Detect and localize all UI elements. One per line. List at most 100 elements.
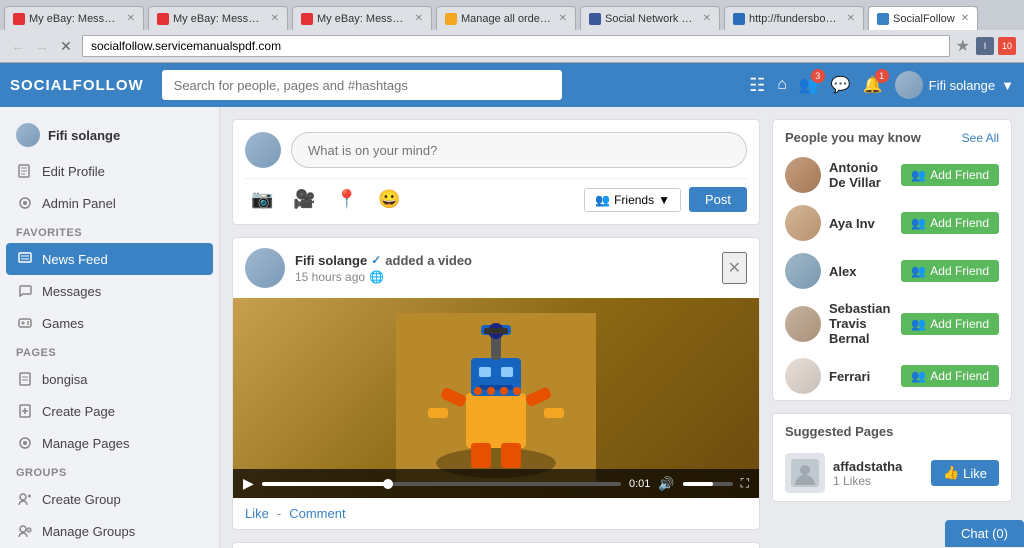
notifications-icon[interactable]: 🔔 1 — [863, 75, 883, 95]
bongisa-icon — [16, 370, 34, 388]
video-player-1[interactable]: ▶ 0:01 🔊 ⛶ — [233, 298, 759, 498]
like-button-1[interactable]: Like — [245, 506, 269, 521]
ext-icon-1[interactable]: I — [976, 37, 994, 55]
post-header-2: Fifi solange ✓ a year ago 🌐 ✕ — [233, 543, 759, 548]
right-sidebar: People you may know See All Antonio De V… — [772, 119, 1012, 536]
like-page-button-affadstatha[interactable]: 👍 Like — [931, 460, 999, 486]
photo-upload-button[interactable]: 📷 — [245, 187, 279, 212]
audience-button[interactable]: 👥 Friends ▼ — [584, 188, 681, 212]
forward-button[interactable]: → — [32, 36, 52, 56]
notifications-badge: 1 — [875, 69, 889, 83]
volume-bar[interactable] — [683, 482, 733, 486]
comment-button-1[interactable]: Comment — [289, 506, 345, 521]
section-pages: PAGES — [0, 339, 219, 363]
fullscreen-button[interactable]: ⛶ — [741, 476, 749, 491]
address-bar: ← → ✕ ★ I 10 — [0, 30, 1024, 62]
progress-thumb — [383, 479, 393, 489]
suggested-page-likes-affadstatha: 1 Likes — [833, 474, 923, 488]
app-logo: SOCIALFOLLOW — [10, 77, 144, 94]
post-text-input[interactable] — [291, 132, 747, 168]
edit-profile-icon — [16, 162, 34, 180]
browser-tab-tab7[interactable]: SocialFollow✕ — [868, 6, 978, 30]
add-friend-button-antonio[interactable]: 👥 Add Friend — [901, 164, 999, 186]
location-button[interactable]: 📍 — [330, 187, 364, 212]
browser-tab-tab6[interactable]: http://fundersbook...✕ — [724, 6, 864, 30]
people-avatar-alex — [785, 253, 821, 289]
friends-icon[interactable]: 👥 3 — [799, 75, 819, 95]
video-upload-button[interactable]: 🎥 — [287, 187, 321, 212]
see-all-button[interactable]: See All — [962, 131, 999, 145]
post-close-button-1[interactable]: ✕ — [722, 252, 747, 284]
sidebar-item-news-feed[interactable]: News Feed — [6, 243, 213, 275]
manage-groups-icon — [16, 522, 34, 540]
bongisa-label: bongisa — [42, 372, 88, 387]
browser-tab-tab5[interactable]: Social Network Web...✕ — [580, 6, 720, 30]
compose-avatar — [245, 132, 281, 168]
admin-panel-icon — [16, 194, 34, 212]
post-footer-1: Like - Comment — [233, 498, 759, 529]
post-interactions: Like - Comment — [245, 506, 747, 521]
add-friend-button-aya[interactable]: 👥 Add Friend — [901, 212, 999, 234]
sidebar-user[interactable]: Fifi solange — [0, 115, 219, 155]
add-friend-button-alex[interactable]: 👥 Add Friend — [901, 260, 999, 282]
add-friend-button-ferrari[interactable]: 👥 Add Friend — [901, 365, 999, 387]
create-group-label: Create Group — [42, 492, 121, 507]
messages-icon — [16, 282, 34, 300]
people-avatar-ferrari — [785, 358, 821, 394]
browser-tab-tab2[interactable]: My eBay: Messages✕ — [148, 6, 288, 30]
grid-icon[interactable]: ☷ — [749, 75, 765, 96]
post-header-1: Fifi solange ✓ added a video 15 hours ag… — [233, 238, 759, 298]
close-button[interactable]: ✕ — [56, 36, 76, 56]
home-icon[interactable]: ⌂ — [777, 76, 787, 94]
people-name-sebastian: Sebastian Travis Bernal — [829, 301, 893, 346]
progress-bar[interactable] — [262, 482, 621, 486]
sidebar-item-games[interactable]: Games — [0, 307, 219, 339]
post-compose-box: 📷 🎥 📍 😀 👥 Friends ▼ Post — [232, 119, 760, 225]
emoji-button[interactable]: 😀 — [372, 187, 406, 212]
browser-tab-tab1[interactable]: My eBay: Messages✕ — [4, 6, 144, 30]
people-avatar-antonio — [785, 157, 821, 193]
volume-fill — [683, 482, 713, 486]
add-friend-button-sebastian[interactable]: 👥 Add Friend — [901, 313, 999, 335]
browser-tab-tab4[interactable]: Manage all orders -...✕ — [436, 6, 576, 30]
suggested-item-affadstatha: affadstatha 1 Likes 👍 Like — [773, 445, 1011, 501]
sidebar-item-create-group[interactable]: Create Group — [0, 483, 219, 515]
people-name-aya: Aya Inv — [829, 216, 893, 231]
chat-icon[interactable]: 💬 — [831, 75, 851, 95]
sidebar-item-manage-groups[interactable]: Manage Groups — [0, 515, 219, 547]
play-button[interactable]: ▶ — [243, 475, 254, 492]
sidebar-item-bongisa[interactable]: bongisa — [0, 363, 219, 395]
add-friend-icon-aya: 👥 — [911, 216, 926, 230]
sidebar-item-create-page[interactable]: Create Page — [0, 395, 219, 427]
suggested-avatar-affadstatha — [785, 453, 825, 493]
suggested-list: affadstatha 1 Likes 👍 Like — [773, 445, 1011, 501]
thumbs-up-icon-affadstatha: 👍 — [943, 465, 959, 481]
sidebar-user-avatar — [16, 123, 40, 147]
user-menu[interactable]: Fifi solange ▼ — [895, 71, 1014, 99]
sidebar: Fifi solange Edit Profile Admin Panel FA… — [0, 107, 220, 548]
people-name-antonio: Antonio De Villar — [829, 160, 893, 190]
people-item-ferrari: Ferrari 👥 Add Friend — [773, 352, 1011, 400]
dropdown-icon: ▼ — [1001, 78, 1014, 93]
sidebar-item-messages[interactable]: Messages — [0, 275, 219, 307]
post-actions-bar: 📷 🎥 📍 😀 👥 Friends ▼ Post — [245, 178, 747, 212]
people-name-ferrari: Ferrari — [829, 369, 893, 384]
search-input[interactable] — [162, 70, 562, 100]
volume-icon[interactable]: 🔊 — [658, 476, 674, 492]
video-thumbnail-image — [233, 298, 759, 498]
sidebar-item-edit-profile[interactable]: Edit Profile — [0, 155, 219, 187]
friends-label: Friends — [614, 193, 654, 207]
chat-bar[interactable]: Chat (0) — [945, 520, 1024, 547]
address-input[interactable] — [82, 35, 950, 57]
browser-tab-tab3[interactable]: My eBay: Messages✕ — [292, 6, 432, 30]
post-card-2: Fifi solange ✓ a year ago 🌐 ✕ — [232, 542, 760, 548]
manage-pages-label: Manage Pages — [42, 436, 129, 451]
sidebar-item-admin-panel[interactable]: Admin Panel — [0, 187, 219, 219]
people-avatar-aya — [785, 205, 821, 241]
post-button[interactable]: Post — [689, 187, 747, 212]
back-button[interactable]: ← — [8, 36, 28, 56]
sidebar-item-manage-pages[interactable]: Manage Pages — [0, 427, 219, 459]
ext-icon-2[interactable]: 10 — [998, 37, 1016, 55]
extension-icons: I 10 — [976, 37, 1016, 55]
bookmark-icon[interactable]: ★ — [956, 36, 970, 56]
